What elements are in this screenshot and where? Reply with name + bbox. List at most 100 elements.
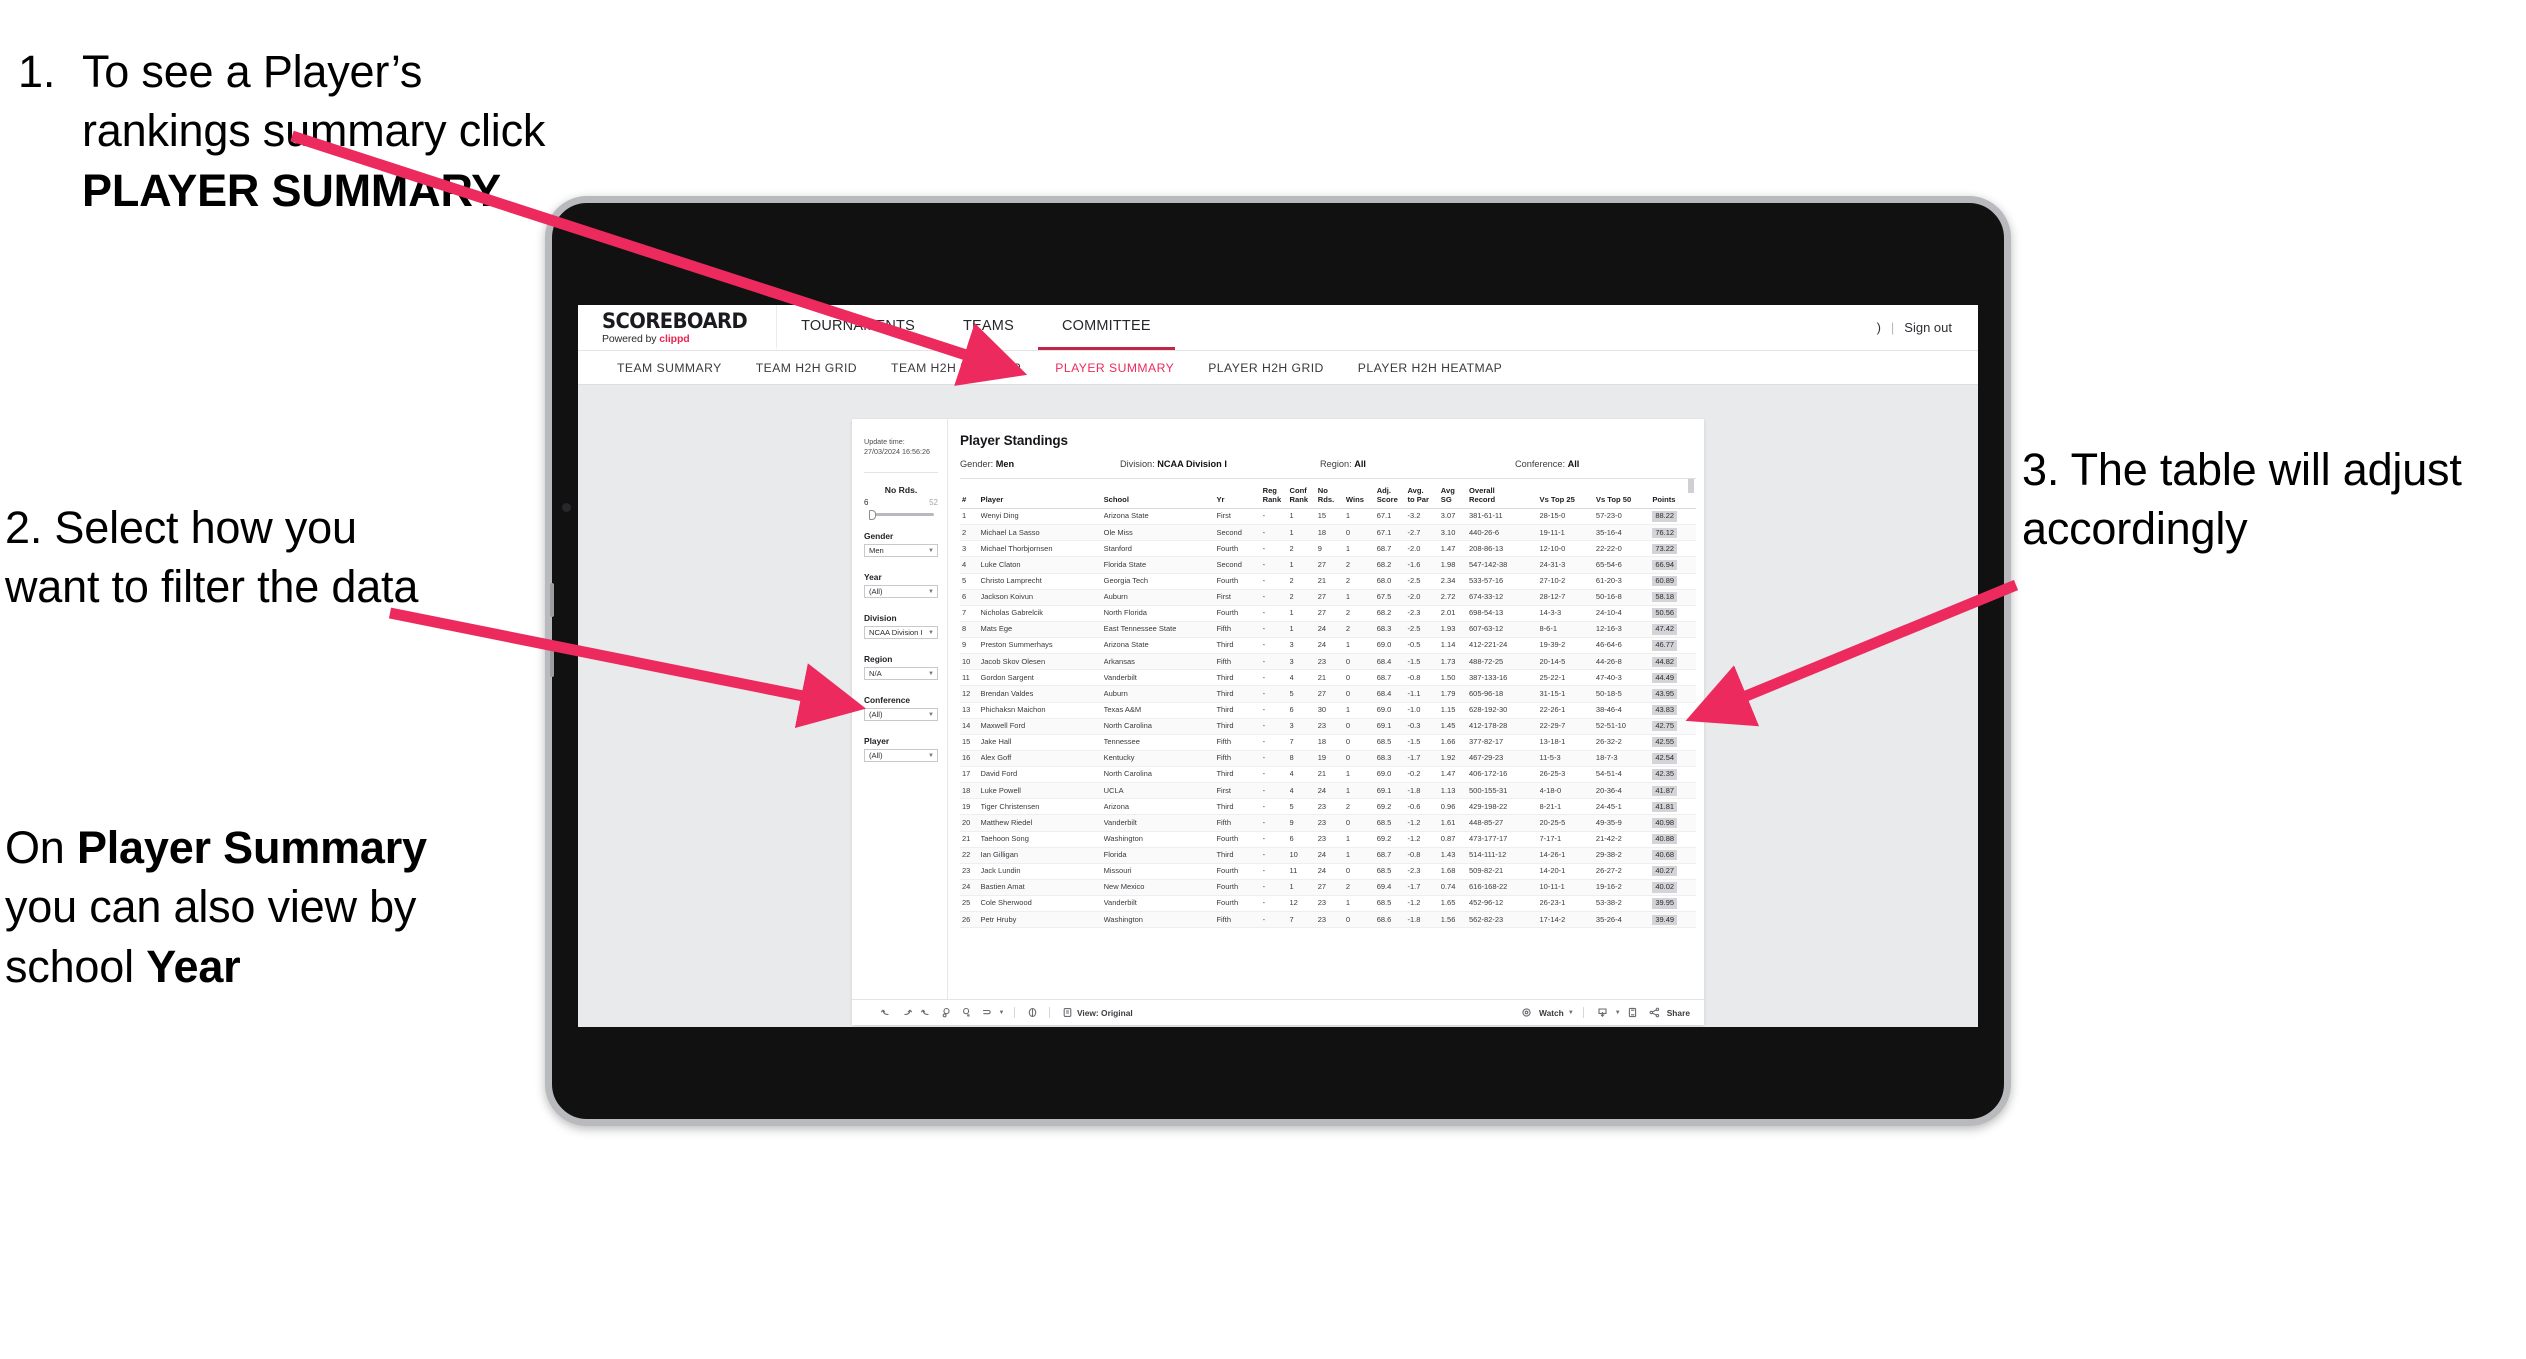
- column-header[interactable]: No Rds.: [1317, 479, 1346, 509]
- table-cell: Missouri: [1103, 863, 1217, 880]
- revert-icon[interactable]: [916, 1003, 936, 1023]
- table-row[interactable]: 4 Luke Claton Florida State Second -1 27 2 68.2…: [960, 556, 1696, 574]
- pause-icon[interactable]: [956, 1003, 976, 1023]
- watch-chevron-down-icon[interactable]: ▼: [1568, 1010, 1574, 1016]
- table-row[interactable]: 21 Taehoon Song Washington Fourth -6 23 1 69.2-…: [960, 831, 1696, 848]
- tablet-screen: SCOREBOARD Powered by clippd TOURNAMENTS…: [578, 305, 1978, 1027]
- sign-out-link[interactable]: Sign out: [1904, 320, 1952, 335]
- table-scrollbar-thumb[interactable]: [1688, 479, 1694, 493]
- view-original-icon[interactable]: [1057, 1003, 1077, 1023]
- column-header[interactable]: Adj. Score: [1376, 479, 1408, 509]
- column-header[interactable]: Vs Top 50: [1595, 479, 1653, 509]
- view-shape-icon[interactable]: [976, 1003, 996, 1023]
- column-header[interactable]: #: [960, 479, 981, 509]
- column-header[interactable]: Wins: [1345, 479, 1377, 509]
- table-row[interactable]: 9 Preston Summerhays Arizona State Third -3 2…: [960, 637, 1696, 655]
- column-header[interactable]: Reg Rank: [1262, 479, 1290, 509]
- filter-year-select[interactable]: (All) ▼: [864, 585, 938, 599]
- table-row[interactable]: 11 Gordon Sargent Vanderbilt Third -4 21 0 68.7…: [960, 669, 1696, 687]
- table-cell: 27: [1317, 685, 1346, 703]
- watch-eye-icon[interactable]: [1517, 1003, 1537, 1023]
- filter-gender-select[interactable]: Men ▼: [864, 544, 938, 558]
- download-chevron-down-icon[interactable]: ▼: [1615, 1010, 1621, 1016]
- watch-label[interactable]: Watch: [1539, 1008, 1564, 1018]
- table-cell: 15: [1317, 508, 1346, 526]
- table-cell: -0.2: [1407, 766, 1441, 784]
- download-icon[interactable]: [1593, 1003, 1613, 1023]
- toolbar-caret-icon[interactable]: ▼: [996, 1003, 1007, 1023]
- primary-nav: TOURNAMENTS TEAMS COMMITTEE: [776, 305, 1175, 350]
- table-cell: -: [1262, 911, 1290, 929]
- table-row[interactable]: 26 Petr Hruby Washington Fifth -7 23 0 68.6 -1.8…: [960, 911, 1696, 929]
- pause-auto-update-icon[interactable]: [1022, 1003, 1042, 1023]
- tab-team-summary[interactable]: TEAM SUMMARY: [600, 361, 739, 375]
- filter-division-select[interactable]: NCAA Division I ▼: [864, 626, 938, 640]
- table-row[interactable]: 2 Michael La Sasso Ole Miss Second -1 18 0 67.1…: [960, 524, 1696, 542]
- view-original-label[interactable]: View: Original: [1077, 1008, 1133, 1018]
- table-row[interactable]: 10 Jacob Skov Olesen Arkansas Fifth -3 23 0 68.…: [960, 653, 1696, 671]
- nav-tournaments[interactable]: TOURNAMENTS: [776, 305, 939, 350]
- filter-conference-select[interactable]: (All) ▼: [864, 708, 938, 722]
- column-header[interactable]: Avg SG: [1440, 479, 1469, 509]
- points-badge: 44.49: [1652, 672, 1678, 683]
- tab-team-h2h-grid[interactable]: TEAM H2H GRID: [739, 361, 874, 375]
- tab-player-summary[interactable]: PLAYER SUMMARY: [1038, 361, 1191, 375]
- table-row[interactable]: 19 Tiger Christensen Arizona Third -5 23 2 69.2…: [960, 798, 1696, 816]
- table-row[interactable]: 13 Phichaksn Maichon Texas A&M Third -6 30 1 69…: [960, 702, 1696, 719]
- undo-icon[interactable]: [876, 1003, 896, 1023]
- nav-committee[interactable]: COMMITTEE: [1037, 305, 1175, 350]
- column-header[interactable]: Vs Top 25: [1539, 479, 1596, 509]
- table-cell: Maxwell Ford: [980, 718, 1104, 735]
- tab-team-h2h-heatmap[interactable]: TEAM H2H HEATMAP: [874, 361, 1038, 375]
- tab-player-h2h-grid[interactable]: PLAYER H2H GRID: [1191, 361, 1341, 375]
- column-header[interactable]: School: [1103, 479, 1217, 509]
- table-row[interactable]: 22 Ian Gilligan Florida Third -10 24 1 68.7 -0.8…: [960, 847, 1696, 864]
- table-row[interactable]: 14 Maxwell Ford North Carolina Third -3 23 0 69…: [960, 718, 1696, 735]
- table-cell: Luke Powell: [980, 782, 1104, 800]
- column-header[interactable]: Avg. to Par: [1407, 479, 1441, 509]
- table-row[interactable]: 24 Bastien Amat New Mexico Fourth -1 27 2 69.4-…: [960, 879, 1696, 897]
- nav-teams[interactable]: TEAMS: [939, 305, 1038, 350]
- table-cell: Fourth: [1216, 879, 1263, 897]
- table-row[interactable]: 12 Brendan Valdes Auburn Third -5 27 0 68.4 -1.1…: [960, 685, 1696, 703]
- table-row[interactable]: 18 Luke Powell UCLA First -4 24 1 69.1 -1.8 1.13 5…: [960, 782, 1696, 800]
- table-cell: 5: [960, 573, 981, 590]
- column-header[interactable]: Conf Rank: [1289, 479, 1318, 509]
- column-header[interactable]: Player: [980, 479, 1104, 509]
- redo-icon[interactable]: [896, 1003, 916, 1023]
- fullscreen-icon[interactable]: [1623, 1003, 1643, 1023]
- table-cell: 49-35-9: [1595, 814, 1653, 832]
- table-cell: Florida: [1103, 847, 1217, 864]
- column-header[interactable]: Overall Record: [1468, 479, 1540, 509]
- table-cell: 60.89: [1652, 573, 1696, 590]
- filter-player-select[interactable]: (All) ▼: [864, 749, 938, 763]
- column-header[interactable]: Yr: [1216, 479, 1263, 509]
- table-row[interactable]: 17 David Ford North Carolina Third -4 21 1 69.0…: [960, 766, 1696, 784]
- filter-region-select[interactable]: N/A ▼: [864, 667, 938, 681]
- share-icon[interactable]: [1645, 1003, 1665, 1023]
- table-row[interactable]: 8 Mats Ege East Tennessee State Fifth -1 24 2 6…: [960, 621, 1696, 639]
- tab-player-h2h-heatmap[interactable]: PLAYER H2H HEATMAP: [1341, 361, 1519, 375]
- table-row[interactable]: 25 Cole Sherwood Vanderbilt Fourth -12 23 1 68.…: [960, 895, 1696, 913]
- tablet-volume-button[interactable]: [550, 583, 554, 617]
- chevron-down-icon: ▼: [928, 752, 934, 759]
- user-avatar-icon[interactable]: ): [1877, 320, 1881, 335]
- table-row[interactable]: 3 Michael Thorbjornsen Stanford Fourth -2 9 1 6…: [960, 540, 1696, 558]
- table-row[interactable]: 5 Christo Lamprecht Georgia Tech Fourth -2 21…: [960, 573, 1696, 590]
- no-rounds-slider-handle[interactable]: [869, 509, 876, 520]
- no-rounds-slider[interactable]: [869, 509, 934, 520]
- table-row[interactable]: 7 Nicholas Gabrelcik North Florida Fourth -1…: [960, 605, 1696, 622]
- refresh-icon[interactable]: [936, 1003, 956, 1023]
- tablet-volume-button-2[interactable]: [550, 643, 554, 677]
- table-row[interactable]: 6 Jackson Koivun Auburn First -2 27 1 67.5 -2.0 2…: [960, 589, 1696, 606]
- scoreboard-logo[interactable]: SCOREBOARD Powered by clippd: [578, 305, 776, 350]
- table-cell: -: [1262, 782, 1290, 800]
- table-row[interactable]: 23 Jack Lundin Missouri Fourth -11 24 0 68.5 -2.…: [960, 863, 1696, 880]
- table-row[interactable]: 15 Jake Hall Tennessee Fifth -7 18 0 68.5 -1.5 1.…: [960, 734, 1696, 751]
- table-cell: Alex Goff: [980, 750, 1104, 768]
- share-label[interactable]: Share: [1667, 1008, 1690, 1018]
- table-row[interactable]: 16 Alex Goff Kentucky Fifth -8 19 0 68.3 -1.7 1.9…: [960, 750, 1696, 768]
- table-row[interactable]: 1 Wenyi Ding Arizona State First -1 15 1 67.1 -3…: [960, 508, 1696, 526]
- table-row[interactable]: 20 Matthew Riedel Vanderbilt Fifth -9 23 0 68.5…: [960, 814, 1696, 832]
- table-cell: 2: [1289, 540, 1318, 558]
